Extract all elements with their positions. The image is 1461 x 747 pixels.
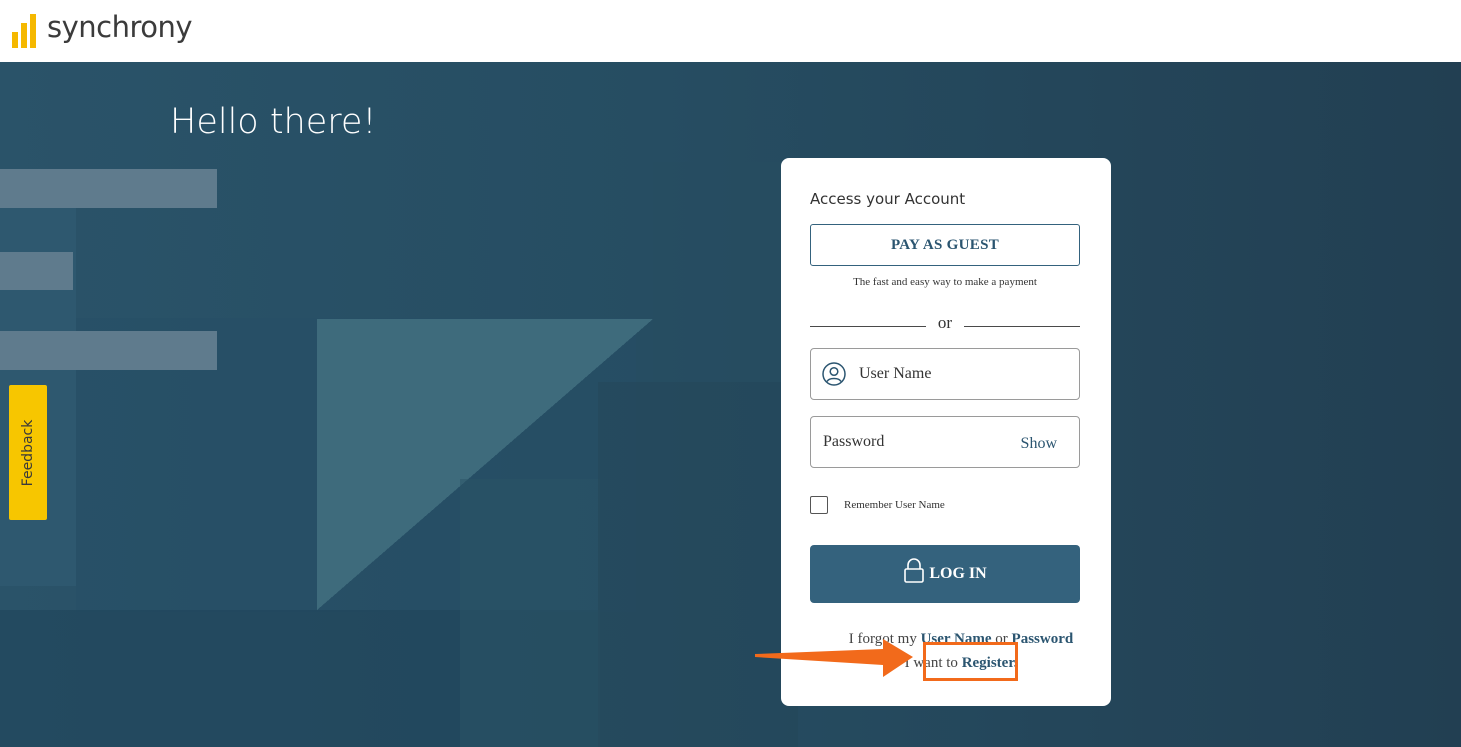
or-divider: or xyxy=(810,313,1080,333)
pay-as-guest-button[interactable]: PAY AS GUEST xyxy=(810,224,1080,266)
remember-label: Remember User Name xyxy=(844,499,945,511)
annotation-arrow-icon xyxy=(755,639,913,677)
password-placeholder: Password xyxy=(823,433,885,450)
login-button[interactable]: LOG IN xyxy=(810,545,1080,603)
username-field[interactable]: User Name xyxy=(810,348,1080,400)
feedback-label: Feedback xyxy=(20,419,36,486)
guest-subtext: The fast and easy way to make a payment xyxy=(853,276,1037,288)
decor-bar xyxy=(0,252,73,290)
lock-icon xyxy=(904,558,925,583)
feedback-tab[interactable]: Feedback xyxy=(9,385,47,520)
show-password-toggle[interactable]: Show xyxy=(1021,435,1057,453)
synchrony-logo-icon[interactable] xyxy=(12,14,42,48)
login-label: LOG IN xyxy=(929,565,987,582)
remember-checkbox[interactable] xyxy=(810,496,828,514)
top-header: synchrony xyxy=(0,0,1461,62)
login-card: Access your Account PAY AS GUEST The fas… xyxy=(781,158,1111,706)
card-title: Access your Account xyxy=(810,190,966,208)
brand-logo-text[interactable]: synchrony xyxy=(47,10,193,44)
password-field[interactable]: Password Show xyxy=(810,416,1080,468)
username-placeholder: User Name xyxy=(859,365,932,382)
forgot-password-link[interactable]: Password xyxy=(1012,631,1074,647)
decor-bar xyxy=(0,331,217,370)
remember-row: Remember User Name xyxy=(810,496,945,514)
user-icon xyxy=(822,362,846,386)
decor-bar xyxy=(0,169,217,208)
annotation-highlight-box xyxy=(923,642,1018,681)
page-greeting: Hello there! xyxy=(170,102,377,142)
hero-background xyxy=(0,62,1461,747)
or-text: or xyxy=(937,313,953,332)
